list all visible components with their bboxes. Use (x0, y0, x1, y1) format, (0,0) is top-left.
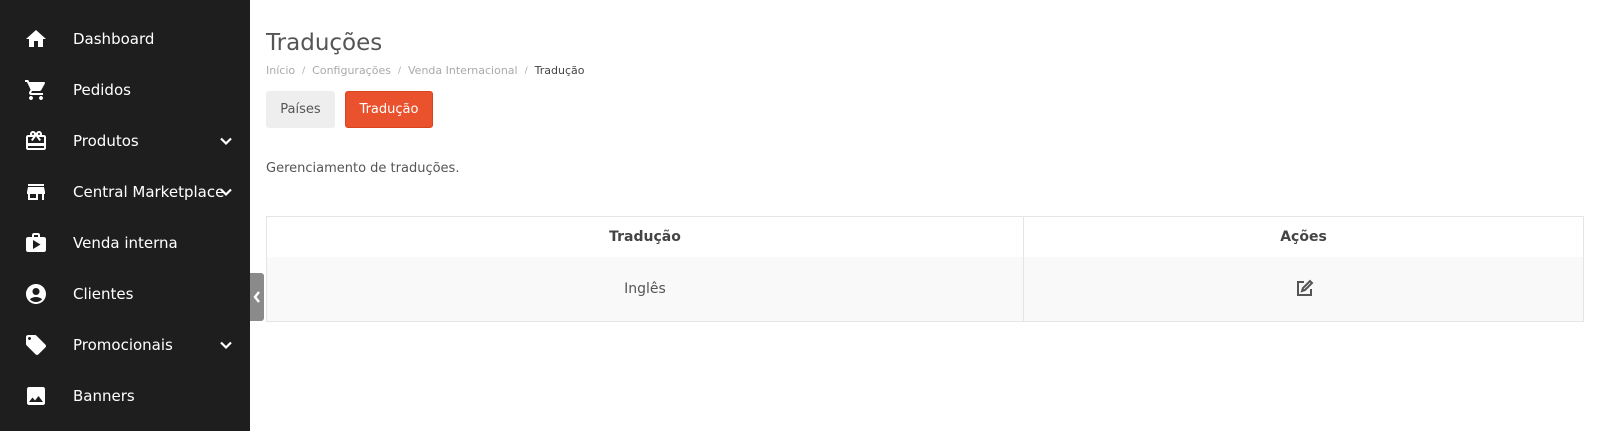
page-title: Traduções (266, 30, 383, 56)
sidebar-item-label: Promocionais (73, 336, 173, 354)
edit-icon[interactable] (1293, 278, 1315, 300)
breadcrumb-separator: / (302, 65, 306, 76)
sidebar-item-label: Venda interna (73, 234, 178, 252)
cell-traducao: Inglês (267, 257, 1024, 321)
sidebar-item-banners[interactable]: Banners (0, 370, 250, 422)
chevron-down-icon[interactable] (217, 336, 235, 354)
breadcrumb: Início / Configurações / Venda Internaci… (266, 64, 584, 77)
sidebar-item-promocionais[interactable]: Promocionais (0, 319, 250, 371)
sidebar-item-label: Banners (73, 387, 135, 405)
home-icon (24, 27, 48, 51)
translations-table: Tradução Ações Inglês (266, 216, 1584, 322)
tab-paises[interactable]: Países (266, 91, 335, 128)
chevron-down-icon[interactable] (217, 132, 235, 150)
chevron-down-icon[interactable] (217, 183, 235, 201)
chevron-left-icon (253, 291, 260, 303)
breadcrumb-separator: / (397, 65, 402, 76)
breadcrumb-separator: / (524, 65, 528, 76)
cart-icon (24, 78, 48, 102)
table-row: Inglês (267, 257, 1583, 321)
sidebar-item-central-marketplace[interactable]: Central Marketplace (0, 166, 250, 218)
sidebar-item-label: Central Marketplace (73, 183, 225, 201)
sidebar-item-label: Pedidos (73, 81, 131, 99)
cell-acoes (1024, 257, 1583, 321)
image-icon (24, 384, 48, 408)
table-header: Tradução Ações (267, 217, 1583, 257)
sidebar-item-pedidos[interactable]: Pedidos (0, 64, 250, 116)
tab-traducao[interactable]: Tradução (345, 91, 433, 128)
sidebar-item-dashboard[interactable]: Dashboard (0, 13, 250, 65)
main-content: Traduções Início / Configurações / Venda… (266, 0, 1600, 431)
column-header-acoes: Ações (1280, 229, 1327, 245)
breadcrumb-item-current: Tradução (534, 64, 585, 77)
sidebar-item-label: Dashboard (73, 30, 155, 48)
sidebar-item-produtos[interactable]: Produtos (0, 115, 250, 167)
breadcrumb-item-configuracoes[interactable]: Configurações (312, 64, 391, 77)
page-description: Gerenciamento de traduções. (266, 161, 460, 176)
sidebar-item-label: Produtos (73, 132, 139, 150)
breadcrumb-item-inicio[interactable]: Início (266, 64, 295, 77)
gift-box-icon (24, 129, 48, 153)
tag-icon (24, 333, 48, 357)
play-briefcase-icon (24, 231, 48, 255)
sidebar-item-clientes[interactable]: Clientes (0, 268, 250, 320)
sidebar-collapse-button[interactable] (250, 273, 264, 321)
sidebar-item-venda-interna[interactable]: Venda interna (0, 217, 250, 269)
sidebar: Dashboard Pedidos Produtos Central Marke… (0, 0, 250, 431)
store-icon (24, 180, 48, 204)
column-header-traducao: Tradução (267, 217, 1024, 257)
user-circle-icon (24, 282, 48, 306)
sidebar-item-label: Clientes (73, 285, 134, 303)
breadcrumb-item-venda-internacional[interactable]: Venda Internacional (408, 64, 518, 77)
